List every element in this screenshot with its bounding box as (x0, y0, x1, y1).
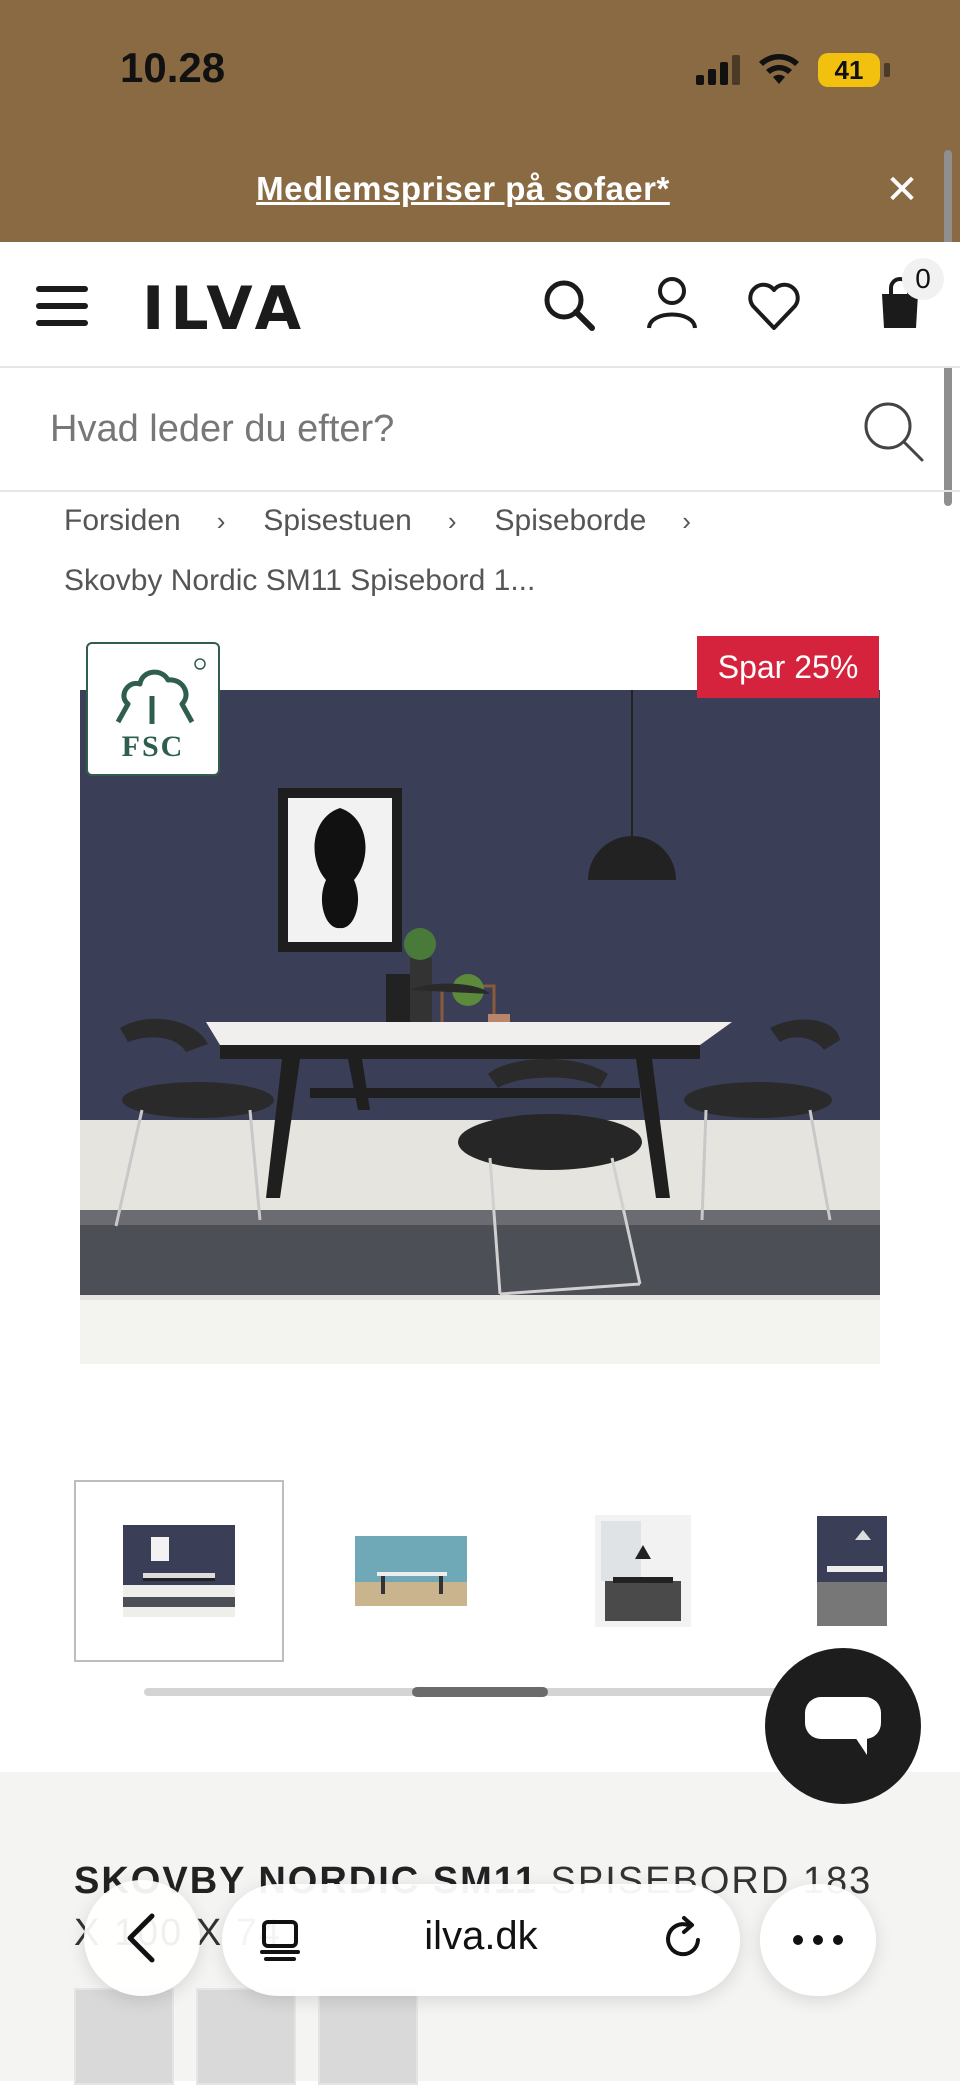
variant-swatch-3[interactable] (318, 1988, 418, 2085)
thumbnail-4[interactable] (770, 1480, 934, 1662)
browser-address-bar[interactable]: ilva.dk (222, 1884, 740, 1996)
thumbnail-image (817, 1516, 887, 1626)
account-icon[interactable] (644, 274, 700, 330)
battery-level: 41 (834, 54, 864, 85)
more-dot (833, 1935, 843, 1945)
cart-count-badge: 0 (902, 258, 944, 300)
variant-swatch-1[interactable] (74, 1988, 174, 2085)
battery-indicator: 41 (818, 53, 890, 87)
thumbnail-image (123, 1525, 235, 1617)
chat-bubble-icon (805, 1697, 881, 1755)
thumbnail-strip (74, 1480, 934, 1662)
search-icon[interactable] (540, 276, 596, 332)
discount-badge: Spar 25% (697, 636, 879, 698)
search-bar (0, 368, 960, 492)
fsc-label: FSC (121, 730, 185, 763)
breadcrumb-spiseborde[interactable]: Spiseborde (495, 504, 647, 538)
chat-button[interactable] (765, 1648, 921, 1804)
fsc-certification-logo: FSC (86, 642, 220, 776)
breadcrumb-spisestuen[interactable]: Spisestuen (263, 504, 411, 538)
thumbnail-3[interactable] (538, 1480, 748, 1662)
breadcrumb-current: Skovby Nordic SM11 Spisebord 1... (64, 564, 536, 597)
thumbnail-1[interactable] (74, 1480, 284, 1662)
thumbnail-scrollbar-thumb[interactable] (412, 1687, 548, 1697)
variant-swatch-2[interactable] (196, 1988, 296, 2085)
hamburger-menu-icon[interactable] (36, 286, 88, 326)
cellular-signal-icon (696, 55, 740, 85)
reload-icon[interactable] (658, 1914, 708, 1964)
more-dot (793, 1935, 803, 1945)
search-input[interactable] (48, 398, 832, 460)
ilva-logo[interactable]: ILVA (142, 274, 307, 344)
promo-link[interactable]: Medlemspriser på sofaer* (0, 170, 926, 208)
breadcrumb-forsiden[interactable]: Forsiden (64, 504, 181, 538)
breadcrumb-separator: › (216, 505, 226, 536)
thumbnail-image (595, 1515, 691, 1627)
breadcrumb: Forsiden › Spisestuen › Spiseborde › Sko… (64, 504, 729, 598)
status-icons: 41 (696, 48, 890, 92)
more-dot (813, 1935, 823, 1945)
promo-close-icon[interactable]: ✕ (880, 168, 924, 212)
wishlist-heart-icon[interactable] (746, 278, 802, 334)
wifi-icon (759, 54, 799, 84)
browser-more-button[interactable] (760, 1884, 876, 1996)
chevron-left-icon (127, 1913, 155, 1963)
status-time: 10.28 (120, 44, 226, 91)
thumbnail-2[interactable] (306, 1480, 516, 1662)
product-main-image[interactable] (80, 690, 880, 1364)
search-submit-icon[interactable] (860, 398, 926, 464)
browser-back-button[interactable] (84, 1880, 200, 1996)
breadcrumb-separator: › (447, 505, 457, 536)
breadcrumb-separator: › (682, 505, 691, 536)
thumbnail-image (355, 1536, 467, 1606)
